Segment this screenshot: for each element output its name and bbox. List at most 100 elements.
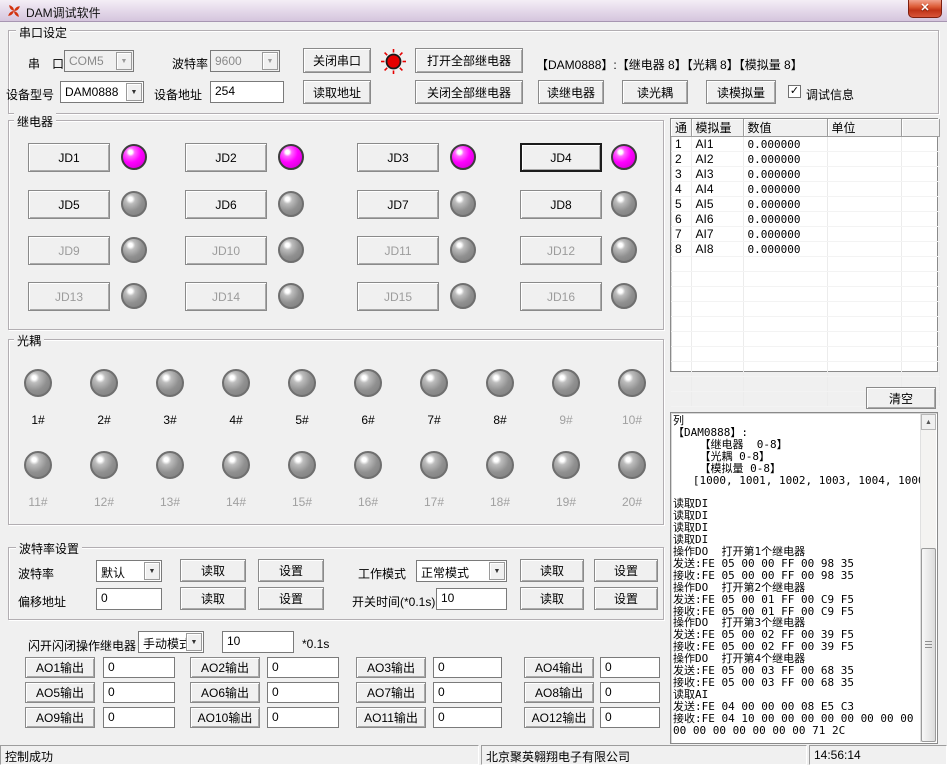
chevron-down-icon[interactable]: ▼ [144, 562, 160, 580]
workmode-select[interactable]: 正常模式 ▼ [416, 560, 507, 582]
relay-button-jd9[interactable]: JD9 [28, 236, 110, 265]
offset-input[interactable]: 0 [96, 588, 162, 610]
baud-set-button[interactable]: 设置 [258, 559, 324, 582]
ao-output-input-4[interactable]: 0 [600, 657, 660, 678]
baud-setting-select[interactable]: 默认 ▼ [96, 560, 162, 582]
table-row[interactable]: 2AI20.000000 [671, 152, 939, 167]
baud-select[interactable]: 9600 ▼ [210, 50, 280, 72]
relay-button-jd11[interactable]: JD11 [357, 236, 439, 265]
ao-output-input-8[interactable]: 0 [600, 682, 660, 703]
ao-output-input-9[interactable]: 0 [103, 707, 175, 728]
close-serial-button[interactable]: 关闭串口 [303, 48, 371, 73]
ao-output-input-12[interactable]: 0 [600, 707, 660, 728]
offset-read-button[interactable]: 读取 [180, 587, 246, 610]
opto-label-6: 6# [351, 413, 385, 427]
ao-output-button-3[interactable]: AO3输出 [356, 657, 426, 678]
ao-output-button-7[interactable]: AO7输出 [356, 682, 426, 703]
ao-output-button-10[interactable]: AO10输出 [190, 707, 260, 728]
baud-read-button[interactable]: 读取 [180, 559, 246, 582]
switchtime-input[interactable]: 10 [436, 588, 507, 610]
clear-log-button[interactable]: 清空 [866, 387, 936, 409]
chevron-down-icon[interactable]: ▼ [186, 633, 202, 651]
flash-time-input[interactable]: 10 [222, 631, 294, 653]
log-line: 00 00 00 00 00 00 00 71 2C [673, 725, 920, 737]
chevron-down-icon[interactable]: ▼ [126, 83, 142, 101]
switchtime-set-button[interactable]: 设置 [594, 587, 658, 610]
ao-output-input-7[interactable]: 0 [433, 682, 502, 703]
table-cell: 0.000000 [743, 152, 827, 167]
offset-set-button[interactable]: 设置 [258, 587, 324, 610]
scroll-up-arrow-icon[interactable]: ▲ [921, 414, 936, 430]
ao-output-input-6[interactable]: 0 [267, 682, 339, 703]
table-row[interactable]: 6AI60.000000 [671, 212, 939, 227]
relay-button-jd3[interactable]: JD3 [357, 143, 439, 172]
ao-output-input-1[interactable]: 0 [103, 657, 175, 678]
log-line: 发送:FE 04 00 00 00 08 E5 C3 [673, 701, 920, 713]
table-row[interactable]: 3AI30.000000 [671, 167, 939, 182]
ao-output-button-1[interactable]: AO1输出 [25, 657, 95, 678]
open-all-relays-button[interactable]: 打开全部继电器 [415, 48, 523, 73]
analog-col-header[interactable]: 通 [671, 119, 691, 137]
close-button[interactable]: ✕ [908, 0, 942, 18]
relay-button-jd15[interactable]: JD15 [357, 282, 439, 311]
ao-output-input-2[interactable]: 0 [267, 657, 339, 678]
chevron-down-icon[interactable]: ▼ [489, 562, 505, 580]
relay-button-jd13[interactable]: JD13 [28, 282, 110, 311]
device-addr-input[interactable]: 254 [210, 81, 284, 103]
opto-led-9 [552, 369, 580, 397]
log-scrollbar[interactable]: ▲ [920, 414, 936, 742]
ao-output-button-12[interactable]: AO12输出 [524, 707, 594, 728]
relay-button-jd2[interactable]: JD2 [185, 143, 267, 172]
table-cell [827, 272, 901, 287]
table-row[interactable]: 1AI10.000000 [671, 137, 939, 152]
table-row[interactable]: 8AI80.000000 [671, 242, 939, 257]
relay-led-jd12 [611, 237, 637, 263]
scrollbar-thumb[interactable] [921, 548, 936, 742]
relay-button-jd1[interactable]: JD1 [28, 143, 110, 172]
relay-button-jd8[interactable]: JD8 [520, 190, 602, 219]
switchtime-read-button[interactable]: 读取 [520, 587, 584, 610]
table-cell [743, 347, 827, 362]
com-port-select[interactable]: COM5 ▼ [64, 50, 134, 72]
ao-output-button-4[interactable]: AO4输出 [524, 657, 594, 678]
relay-button-jd6[interactable]: JD6 [185, 190, 267, 219]
workmode-read-button[interactable]: 读取 [520, 559, 584, 582]
ao-output-button-11[interactable]: AO11输出 [356, 707, 426, 728]
read-relay-button[interactable]: 读继电器 [538, 80, 604, 104]
relay-button-jd7[interactable]: JD7 [357, 190, 439, 219]
opto-led-18 [486, 451, 514, 479]
model-select[interactable]: DAM0888 ▼ [60, 81, 144, 103]
log-line: 读取DI [673, 510, 920, 522]
table-row[interactable]: 7AI70.000000 [671, 227, 939, 242]
ao-output-input-5[interactable]: 0 [103, 682, 175, 703]
read-opto-button[interactable]: 读光耦 [622, 80, 688, 104]
ao-output-button-6[interactable]: AO6输出 [190, 682, 260, 703]
table-row[interactable]: 5AI50.000000 [671, 197, 939, 212]
close-all-relays-button[interactable]: 关闭全部继电器 [415, 80, 523, 104]
relay-button-jd14[interactable]: JD14 [185, 282, 267, 311]
analog-col-header[interactable]: 单位 [827, 119, 901, 137]
chevron-down-icon[interactable]: ▼ [116, 52, 132, 70]
relay-button-jd10[interactable]: JD10 [185, 236, 267, 265]
read-addr-button[interactable]: 读取地址 [303, 80, 371, 104]
ao-output-button-8[interactable]: AO8输出 [524, 682, 594, 703]
relay-button-jd16[interactable]: JD16 [520, 282, 602, 311]
analog-col-header[interactable]: 模拟量 [691, 119, 743, 137]
table-row[interactable]: 4AI40.000000 [671, 182, 939, 197]
relay-button-jd5[interactable]: JD5 [28, 190, 110, 219]
ao-output-input-11[interactable]: 0 [433, 707, 502, 728]
analog-col-header[interactable]: 数值 [743, 119, 827, 137]
debug-info-checkbox[interactable]: ✓ [788, 85, 801, 98]
workmode-set-button[interactable]: 设置 [594, 559, 658, 582]
ao-output-input-10[interactable]: 0 [267, 707, 339, 728]
relay-button-jd4[interactable]: JD4 [520, 143, 602, 172]
analog-col-header[interactable] [901, 119, 939, 137]
read-analog-button[interactable]: 读模拟量 [706, 80, 776, 104]
ao-output-button-5[interactable]: AO5输出 [25, 682, 95, 703]
relay-button-jd12[interactable]: JD12 [520, 236, 602, 265]
ao-output-input-3[interactable]: 0 [433, 657, 502, 678]
ao-output-button-2[interactable]: AO2输出 [190, 657, 260, 678]
ao-output-button-9[interactable]: AO9输出 [25, 707, 95, 728]
chevron-down-icon[interactable]: ▼ [262, 52, 278, 70]
flash-mode-select[interactable]: 手动模式 ▼ [138, 631, 204, 653]
